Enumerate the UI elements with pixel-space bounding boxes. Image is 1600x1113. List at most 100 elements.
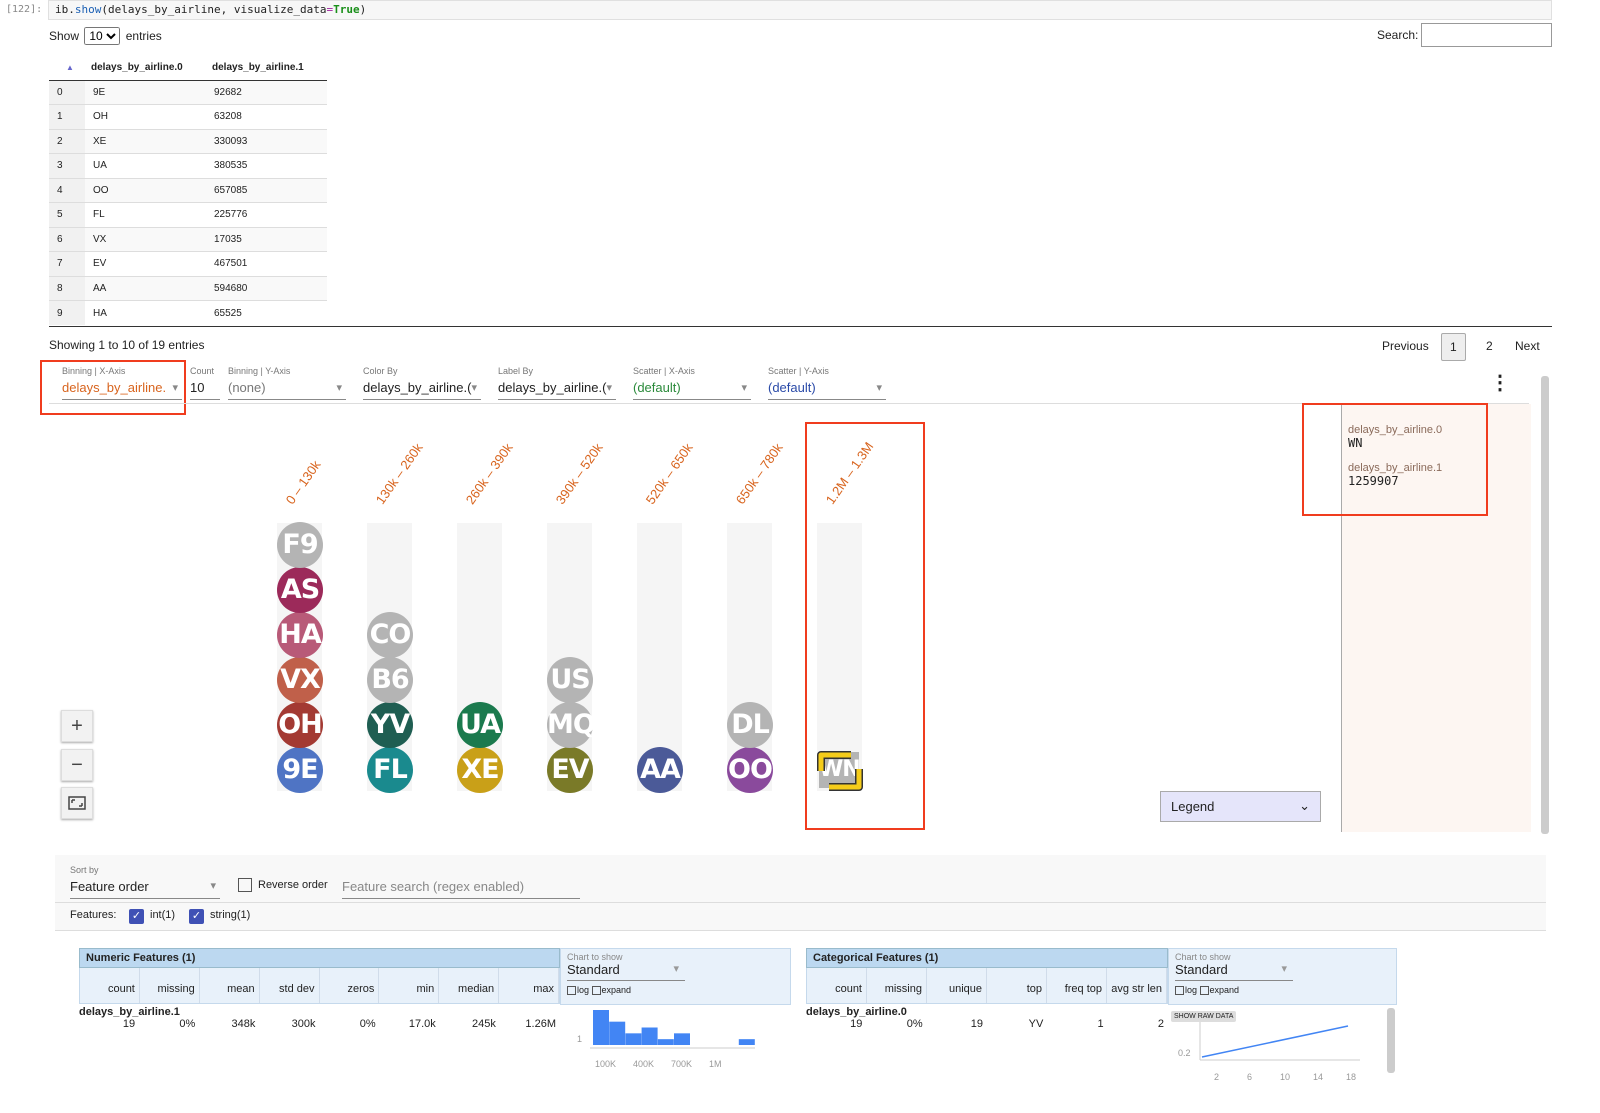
column-header: count [807, 968, 867, 1003]
dive-control[interactable]: Binning | Y-Axis (none) [228, 366, 346, 400]
table-row[interactable]: 5 FL 225776 [49, 202, 327, 227]
column-header: zeros [320, 968, 380, 1003]
previous-button[interactable]: Previous [1374, 333, 1437, 361]
dive-control[interactable]: Count 10 [190, 366, 220, 400]
reverse-order-label: Reverse order [258, 879, 328, 891]
histogram-bar [641, 1027, 658, 1045]
table-cell: 657085 [206, 177, 327, 203]
stat-value: 1 [1097, 1018, 1104, 1030]
code-cell[interactable]: ib.show(delays_by_airline, visualize_dat… [48, 0, 1552, 20]
column-header[interactable]: delays_by_airline.0 [85, 55, 206, 81]
row-index: 2 [49, 128, 85, 154]
data-point[interactable]: FL [367, 747, 413, 793]
table-row[interactable]: 6 VX 17035 [49, 226, 327, 252]
table-row[interactable]: 2 XE 330093 [49, 128, 327, 154]
table-cell: 467501 [206, 251, 327, 276]
zoom-in-button[interactable]: + [61, 710, 93, 742]
categorical-chart-selector: Chart to show Standard log expand [1168, 948, 1397, 1005]
table-row[interactable]: 1 OH 63208 [49, 104, 327, 129]
control-value: (default) [768, 380, 886, 400]
table-row[interactable]: 0 9E 92682 [49, 79, 327, 105]
data-point[interactable]: F9 [277, 522, 323, 568]
log-label: log [577, 985, 590, 995]
table-row[interactable]: 4 OO 657085 [49, 177, 327, 203]
y-tick-label: 1 [577, 1034, 582, 1044]
zoom-out-button[interactable]: − [61, 749, 93, 781]
legend-dropdown[interactable]: Legend ⌄ [1160, 791, 1321, 822]
page-1-button[interactable]: 1 [1441, 333, 1466, 361]
dive-control[interactable]: Label By delays_by_airline.( [498, 366, 616, 400]
table-cell: AA [85, 275, 206, 301]
data-point[interactable]: US [547, 657, 593, 703]
expand-checkbox[interactable] [591, 986, 601, 996]
highlight-box [1302, 403, 1488, 516]
log-checkbox[interactable] [567, 986, 576, 996]
control-value: delays_by_airline.( [363, 380, 481, 400]
control-value: (none) [228, 380, 346, 400]
dive-control[interactable]: Scatter | Y-Axis (default) [768, 366, 886, 400]
log-checkbox[interactable] [1175, 986, 1184, 996]
table-row[interactable]: 9 HA 65525 [49, 300, 327, 325]
string-checkbox[interactable]: ✓ [189, 909, 204, 924]
data-point[interactable]: MQ [547, 702, 596, 748]
data-point[interactable]: DL [727, 702, 773, 748]
row-index: 0 [49, 79, 85, 105]
dive-control[interactable]: Color By delays_by_airline.( [363, 366, 481, 400]
table-row[interactable]: 7 EV 467501 [49, 251, 327, 276]
show-raw-data-button[interactable]: SHOW RAW DATA [1171, 1011, 1237, 1022]
feature-name: delays_by_airline.1 [79, 1006, 180, 1018]
data-point[interactable]: XE [457, 747, 503, 793]
sort-select[interactable]: Feature order ▾ [70, 879, 220, 899]
table-row[interactable]: 3 UA 380535 [49, 153, 327, 178]
index-sort-header[interactable]: ▲ [49, 55, 85, 81]
feature-search-input[interactable]: Feature search (regex enabled) [342, 879, 580, 899]
data-point[interactable]: 9E [277, 747, 323, 793]
fit-to-screen-button[interactable] [61, 787, 93, 819]
int-checkbox[interactable]: ✓ [129, 909, 144, 924]
categorical-title: Categorical Features (1) [806, 948, 1168, 968]
data-point[interactable]: AS [277, 567, 323, 613]
scrollbar[interactable] [1387, 1008, 1395, 1073]
chart-select[interactable]: Standard [567, 962, 685, 981]
chart-select[interactable]: Standard [1175, 962, 1293, 981]
scrollbar[interactable] [1541, 376, 1549, 834]
data-point[interactable]: CO [367, 612, 413, 658]
data-point[interactable]: OO [727, 747, 773, 793]
row-index: 7 [49, 251, 85, 276]
bin-label: 650k – 780k [732, 440, 786, 507]
stat-value: 2 [1157, 1018, 1164, 1030]
data-point[interactable]: HA [277, 612, 323, 658]
expand-label: expand [1209, 985, 1240, 995]
menu-icon[interactable]: ⋮ [1490, 370, 1510, 395]
column-header: count [80, 968, 140, 1003]
column-header: max [499, 968, 559, 1003]
table-row[interactable]: 8 AA 594680 [49, 275, 327, 301]
page-2-button[interactable]: 2 [1478, 333, 1501, 361]
code-fn: show [74, 3, 102, 16]
next-button[interactable]: Next [1507, 333, 1548, 361]
expand-checkbox[interactable] [1199, 986, 1209, 996]
x-tick-label: 10 [1280, 1072, 1290, 1082]
dive-control[interactable]: Scatter | X-Axis (default) [633, 366, 751, 400]
search-input[interactable] [1421, 23, 1552, 47]
stat-value: 19 [850, 1018, 863, 1030]
data-point[interactable]: AA [637, 747, 683, 793]
data-point[interactable]: YV [367, 702, 413, 748]
control-label: Color By [363, 366, 398, 376]
data-point[interactable]: B6 [367, 657, 413, 703]
page-size-select[interactable]: 10 [84, 27, 121, 45]
row-index: 3 [49, 153, 85, 178]
column-header[interactable]: delays_by_airline.1 [206, 55, 327, 81]
data-point[interactable]: UA [457, 702, 503, 748]
data-point[interactable]: EV [547, 747, 593, 793]
reverse-order-checkbox[interactable] [238, 878, 252, 892]
control-value: 10 [190, 380, 220, 400]
row-index: 8 [49, 275, 85, 301]
control-label: Label By [498, 366, 534, 376]
data-point[interactable]: OH [277, 702, 323, 748]
numeric-histogram: 1 100K 400K 700K 1M [577, 1010, 755, 1069]
data-point[interactable]: VX [277, 657, 323, 703]
table-cell: OO [85, 177, 206, 203]
features-label: Features: [70, 909, 117, 921]
fit-screen-icon [68, 796, 86, 810]
